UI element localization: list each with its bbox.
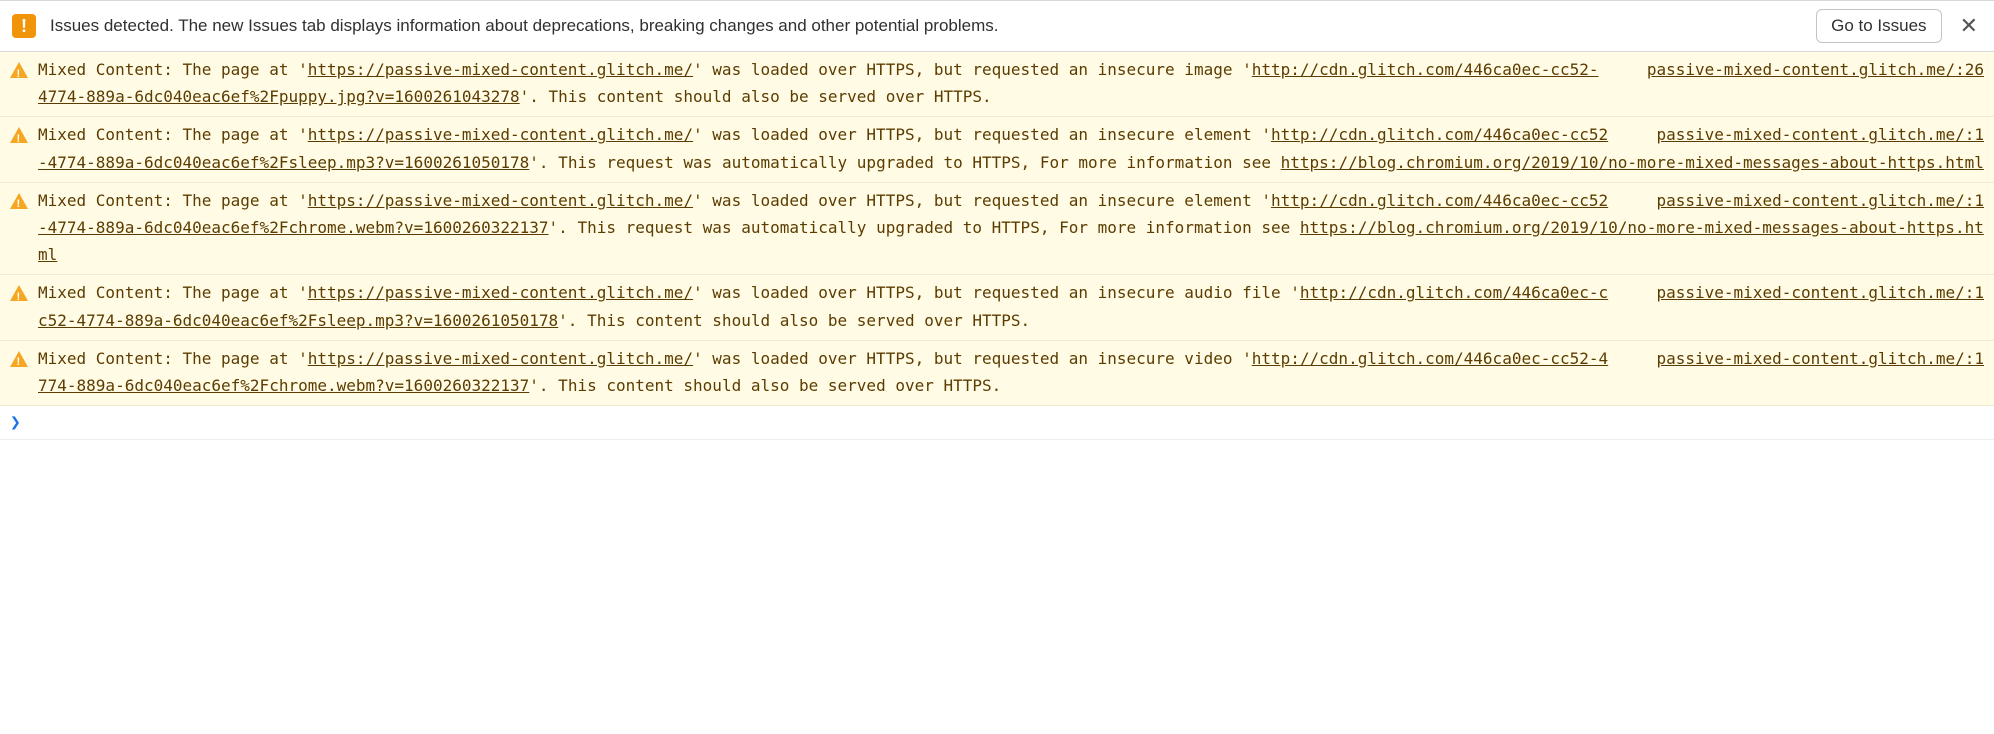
console-message-link[interactable]: https://passive-mixed-content.glitch.me/ (308, 60, 693, 79)
go-to-issues-button[interactable]: Go to Issues (1816, 9, 1941, 43)
console-message-body: passive-mixed-content.glitch.me/:1 Mixed … (38, 279, 1984, 333)
console-source-link[interactable]: passive-mixed-content.glitch.me/:1 (1656, 121, 1984, 148)
console-message-link[interactable]: https://blog.chromium.org/2019/10/no-mor… (1281, 153, 1984, 172)
console-message-text: Mixed Content: The page at ' (38, 191, 308, 210)
console-message-text: '. This content should also be served ov… (558, 311, 1030, 330)
console-warning-row: passive-mixed-content.glitch.me/:1 Mixed … (0, 341, 1994, 406)
issues-icon: ! (12, 14, 36, 38)
console-message-text: '. This content should also be served ov… (529, 376, 1001, 395)
console-message-link[interactable]: https://passive-mixed-content.glitch.me/ (308, 349, 693, 368)
console-message-link[interactable]: https://passive-mixed-content.glitch.me/ (308, 191, 693, 210)
console-warning-row: passive-mixed-content.glitch.me/:1 Mixed … (0, 117, 1994, 182)
console-message-body: passive-mixed-content.glitch.me/:26 Mixed… (38, 56, 1984, 110)
console-source-link[interactable]: passive-mixed-content.glitch.me/:1 (1656, 279, 1984, 306)
console-message-body: passive-mixed-content.glitch.me/:1 Mixed … (38, 345, 1984, 399)
console-message-text: '. This request was automatically upgrad… (549, 218, 1300, 237)
console-message-body: passive-mixed-content.glitch.me/:1 Mixed … (38, 121, 1984, 175)
console-message-text: '. This content should also be served ov… (520, 87, 992, 106)
console-message-link[interactable]: https://passive-mixed-content.glitch.me/ (308, 125, 693, 144)
console-warning-row: passive-mixed-content.glitch.me/:1 Mixed … (0, 275, 1994, 340)
issues-icon-glyph: ! (21, 17, 27, 35)
console-message-link[interactable]: https://passive-mixed-content.glitch.me/ (308, 283, 693, 302)
console-prompt[interactable]: ❯ (0, 406, 1994, 440)
console-message-text: Mixed Content: The page at ' (38, 125, 308, 144)
console-message-text: Mixed Content: The page at ' (38, 283, 308, 302)
warning-icon (10, 127, 28, 143)
console-message-text: Mixed Content: The page at ' (38, 349, 308, 368)
console-message-text: Mixed Content: The page at ' (38, 60, 308, 79)
console-message-text: ' was loaded over HTTPS, but requested a… (693, 60, 1252, 79)
console-message-text: ' was loaded over HTTPS, but requested a… (693, 283, 1300, 302)
warning-icon (10, 62, 28, 78)
console-message-text: ' was loaded over HTTPS, but requested a… (693, 125, 1271, 144)
warning-icon (10, 193, 28, 209)
console-message-text: ' was loaded over HTTPS, but requested a… (693, 191, 1271, 210)
console-source-link[interactable]: passive-mixed-content.glitch.me/:1 (1656, 187, 1984, 214)
console-message-body: passive-mixed-content.glitch.me/:1 Mixed … (38, 187, 1984, 269)
close-icon[interactable]: ✕ (1956, 15, 1982, 37)
prompt-chevron-icon: ❯ (10, 412, 21, 433)
console-source-link[interactable]: passive-mixed-content.glitch.me/:1 (1656, 345, 1984, 372)
console-message-text: ' was loaded over HTTPS, but requested a… (693, 349, 1252, 368)
issues-message: Issues detected. The new Issues tab disp… (50, 16, 1802, 36)
console-list: passive-mixed-content.glitch.me/:26 Mixed… (0, 52, 1994, 406)
console-message-text: '. This request was automatically upgrad… (529, 153, 1280, 172)
warning-icon (10, 351, 28, 367)
console-warning-row: passive-mixed-content.glitch.me/:1 Mixed … (0, 183, 1994, 276)
console-warning-row: passive-mixed-content.glitch.me/:26 Mixed… (0, 52, 1994, 117)
console-source-link[interactable]: passive-mixed-content.glitch.me/:26 (1647, 56, 1984, 83)
issues-bar: ! Issues detected. The new Issues tab di… (0, 0, 1994, 52)
warning-icon (10, 285, 28, 301)
